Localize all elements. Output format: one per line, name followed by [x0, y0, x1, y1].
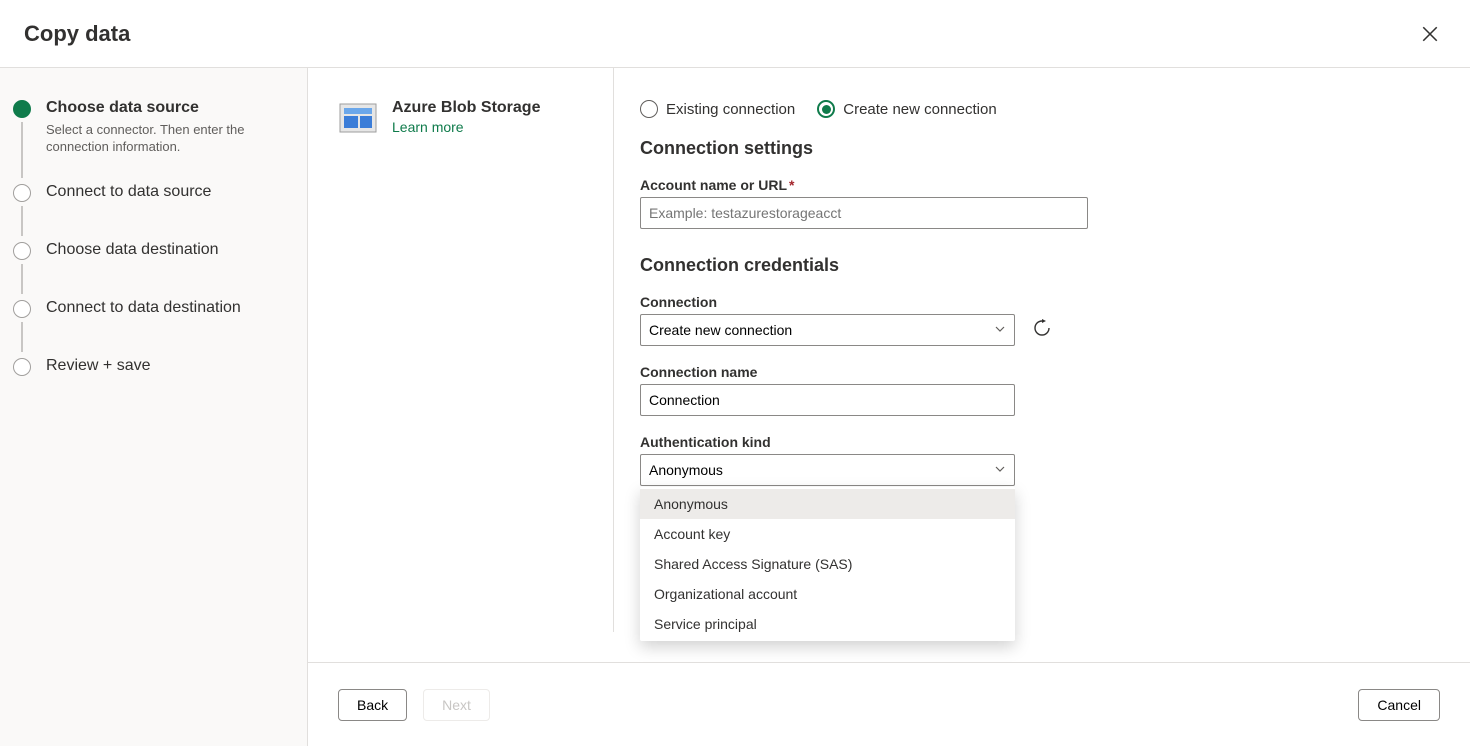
field-label-text: Connection name: [640, 364, 1440, 380]
step-connect-destination[interactable]: Connect to data destination: [8, 298, 299, 356]
radio-icon: [640, 100, 658, 118]
step-title: Connect to data source: [46, 182, 299, 203]
chevron-down-icon: [994, 462, 1006, 478]
step-connect-source[interactable]: Connect to data source: [8, 182, 299, 240]
step-description: Select a connector. Then enter the conne…: [46, 121, 276, 156]
step-marker-icon: [13, 358, 31, 376]
field-label-text: Connection: [640, 294, 1440, 310]
field-account-name: Account name or URL*: [640, 177, 1440, 229]
dialog-footer: Back Next Cancel: [308, 662, 1470, 746]
auth-option[interactable]: Service principal: [640, 609, 1015, 639]
authentication-kind-select[interactable]: Anonymous: [640, 454, 1015, 486]
close-button[interactable]: [1414, 18, 1446, 50]
step-marker-icon: [13, 100, 31, 118]
content-area: Azure Blob Storage Learn more Existing c…: [308, 68, 1470, 662]
connection-mode-radios: Existing connection Create new connectio…: [640, 100, 1440, 118]
radio-create-new-connection[interactable]: Create new connection: [817, 100, 996, 118]
step-choose-destination[interactable]: Choose data destination: [8, 240, 299, 298]
step-marker-icon: [13, 184, 31, 202]
blob-storage-icon: [338, 98, 378, 138]
radio-label: Existing connection: [666, 101, 795, 118]
step-review-save[interactable]: Review + save: [8, 356, 299, 403]
step-title: Connect to data destination: [46, 298, 299, 319]
back-button[interactable]: Back: [338, 689, 407, 721]
connection-select[interactable]: Create new connection: [640, 314, 1015, 346]
dialog-header: Copy data: [0, 0, 1470, 68]
connector-name: Azure Blob Storage: [392, 98, 540, 117]
authentication-kind-dropdown: AnonymousAccount keyShared Access Signat…: [640, 487, 1015, 641]
auth-option[interactable]: Shared Access Signature (SAS): [640, 549, 1015, 579]
wizard-steps-sidebar: Choose data source Select a connector. T…: [0, 68, 308, 746]
required-marker: *: [789, 177, 794, 193]
dialog-body: Choose data source Select a connector. T…: [0, 68, 1470, 746]
section-connection-settings: Connection settings: [640, 138, 1440, 159]
next-button[interactable]: Next: [423, 689, 490, 721]
connection-form: Existing connection Create new connectio…: [614, 98, 1440, 662]
section-connection-credentials: Connection credentials: [640, 255, 1440, 276]
connector-info-column: Azure Blob Storage Learn more: [338, 98, 613, 662]
main-panel: Azure Blob Storage Learn more Existing c…: [308, 68, 1470, 746]
radio-existing-connection[interactable]: Existing connection: [640, 100, 795, 118]
cancel-button[interactable]: Cancel: [1358, 689, 1440, 721]
step-marker-icon: [13, 300, 31, 318]
refresh-icon: [1033, 319, 1051, 337]
close-icon: [1421, 25, 1439, 43]
field-connection: Connection Create new connection: [640, 294, 1440, 346]
auth-option[interactable]: Anonymous: [640, 489, 1015, 519]
step-choose-source[interactable]: Choose data source Select a connector. T…: [8, 98, 299, 182]
step-marker-icon: [13, 242, 31, 260]
radio-label: Create new connection: [843, 101, 996, 118]
auth-option[interactable]: Organizational account: [640, 579, 1015, 609]
chevron-down-icon: [994, 322, 1006, 338]
dialog-title: Copy data: [24, 21, 130, 47]
field-connection-name: Connection name: [640, 364, 1440, 416]
step-title: Choose data source: [46, 98, 299, 119]
auth-option[interactable]: Account key: [640, 519, 1015, 549]
field-label-text: Account name or URL: [640, 177, 787, 193]
field-label-text: Authentication kind: [640, 434, 1440, 450]
step-title: Choose data destination: [46, 240, 299, 261]
connection-name-input[interactable]: [640, 384, 1015, 416]
step-title: Review + save: [46, 356, 299, 377]
account-name-input[interactable]: [640, 197, 1088, 229]
radio-icon: [817, 100, 835, 118]
refresh-button[interactable]: [1033, 319, 1051, 342]
learn-more-link[interactable]: Learn more: [392, 119, 464, 135]
field-authentication-kind: Authentication kind Anonymous AnonymousA…: [640, 434, 1440, 486]
